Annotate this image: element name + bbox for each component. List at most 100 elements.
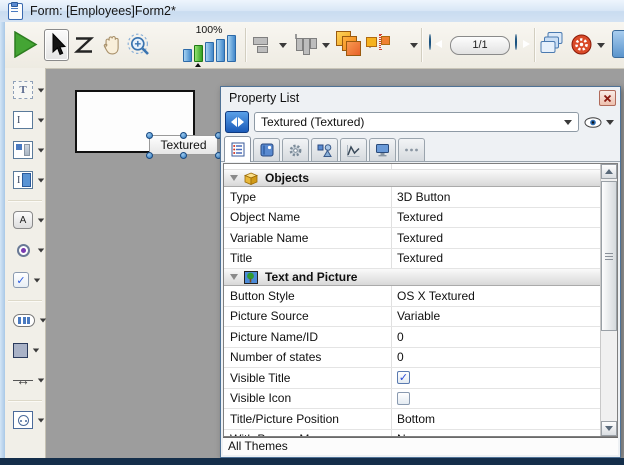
cube-icon — [244, 172, 258, 185]
checkbox-checked-icon[interactable]: ✓ — [397, 371, 410, 384]
collapse-triangle-icon[interactable] — [230, 175, 238, 181]
page-indicator[interactable]: 1/1 — [450, 36, 510, 55]
property-value[interactable]: Bottom — [391, 412, 600, 426]
property-row[interactable]: Type3D Button — [224, 187, 600, 208]
chevron-down-icon[interactable] — [38, 378, 44, 382]
input-tool-icon: I — [13, 111, 33, 129]
chevron-down-icon[interactable] — [38, 88, 44, 92]
property-value[interactable]: None — [391, 432, 600, 436]
sidebar-tool-button-bar-tool[interactable] — [5, 310, 45, 330]
entry-order-icon — [73, 35, 95, 55]
property-value[interactable]: ✓ — [391, 371, 600, 384]
scrollbar-thumb[interactable] — [601, 181, 617, 331]
property-value[interactable]: Textured — [391, 231, 600, 245]
section-header-objects[interactable]: Objects — [224, 170, 600, 187]
run-options-dropdown-icon[interactable] — [597, 43, 605, 48]
property-label: Variable Name — [224, 231, 391, 245]
tab-display[interactable] — [369, 138, 396, 161]
scroll-up-button[interactable] — [601, 164, 617, 179]
sidebar-tool-plugin-area-tool[interactable] — [5, 410, 45, 430]
property-value[interactable] — [391, 392, 600, 405]
tab-events[interactable] — [340, 138, 367, 161]
property-row[interactable]: Variable NameTextured — [224, 228, 600, 249]
property-row[interactable]: Visible Icon — [224, 389, 600, 410]
swap-object-button[interactable] — [225, 111, 249, 133]
property-row[interactable]: TitleTextured — [224, 249, 600, 270]
property-grid-wrap: ObjectsType3D ButtonObject NameTexturedV… — [223, 163, 618, 437]
clipped-toolbar-icon[interactable] — [612, 30, 624, 58]
property-row[interactable]: Picture Name/ID0 — [224, 327, 600, 348]
selection-tool-button[interactable] — [44, 29, 69, 61]
selection-handle[interactable] — [180, 132, 187, 139]
chevron-down-icon[interactable] — [38, 118, 44, 122]
grid-dropdown-icon[interactable] — [410, 43, 418, 48]
property-value[interactable]: Variable — [391, 309, 600, 323]
sidebar-tool-static-text-tool[interactable]: T — [5, 80, 45, 100]
move-tool-button[interactable] — [100, 33, 122, 59]
tab-settings[interactable] — [282, 138, 309, 161]
property-value[interactable]: 0 — [391, 350, 600, 364]
zoom-level-control[interactable]: 100% — [180, 25, 238, 62]
grid-options-button[interactable] — [379, 34, 381, 50]
checkbox-unchecked-icon[interactable] — [397, 392, 410, 405]
tab-picture[interactable] — [253, 138, 280, 161]
tab-more[interactable] — [398, 138, 425, 161]
chevron-down-icon[interactable] — [38, 218, 44, 222]
chevron-down-icon[interactable] — [34, 278, 40, 282]
chevron-down-icon[interactable] — [38, 418, 44, 422]
sidebar-tool-checkbox-tool[interactable]: ✓ — [5, 270, 45, 290]
zoom-bars-icon[interactable] — [180, 36, 238, 62]
chevron-down-icon[interactable] — [38, 148, 44, 152]
property-row[interactable]: Picture SourceVariable — [224, 307, 600, 328]
selection-handle[interactable] — [146, 132, 153, 139]
property-row[interactable]: Title/Picture PositionBottom — [224, 409, 600, 430]
selection-handle[interactable] — [180, 152, 187, 159]
section-header-text-and-picture[interactable]: Text and Picture — [224, 269, 600, 286]
sidebar-tool-button-tool[interactable]: A — [5, 210, 45, 230]
property-grid-scrollbar[interactable] — [600, 164, 617, 436]
chevron-down-icon[interactable] — [38, 178, 44, 182]
sidebar-tool-radio-button-tool[interactable] — [5, 240, 45, 260]
distribution-dropdown-icon[interactable] — [322, 43, 330, 48]
property-row[interactable]: With Pop-up MenuNone — [224, 430, 600, 437]
chevron-down-icon[interactable] — [33, 348, 39, 352]
property-value[interactable]: 3D Button — [391, 190, 600, 204]
sidebar-tool-rectangle-tool[interactable] — [5, 340, 45, 360]
chevron-down-icon — [606, 120, 614, 125]
property-value[interactable]: OS X Textured — [391, 289, 600, 303]
collapse-triangle-icon[interactable] — [230, 274, 238, 280]
tab-shapes[interactable] — [311, 138, 338, 161]
property-row[interactable]: Button StyleOS X Textured — [224, 286, 600, 307]
view-options-button[interactable] — [584, 116, 614, 129]
property-row[interactable]: Object NameTextured — [224, 208, 600, 229]
combo-box-tool-icon: I — [13, 171, 33, 189]
object-selector-combo[interactable]: Textured (Textured) — [254, 112, 579, 132]
form-page-area[interactable]: Textured — [75, 90, 195, 153]
sidebar-tool-input-tool[interactable]: I — [5, 110, 45, 130]
chevron-down-icon[interactable] — [38, 248, 44, 252]
sidebar-tool-list-box-tool[interactable] — [5, 140, 45, 160]
property-list-titlebar[interactable]: Property List — [221, 87, 620, 109]
property-label: Picture Source — [224, 309, 391, 323]
selection-handle[interactable] — [146, 152, 153, 159]
property-value[interactable]: 0 — [391, 330, 600, 344]
run-options-button[interactable] — [571, 34, 592, 58]
property-value[interactable]: Textured — [391, 210, 600, 224]
next-page-button[interactable] — [515, 34, 517, 50]
tab-property-list[interactable] — [224, 136, 251, 162]
property-row[interactable]: Number of states0 — [224, 348, 600, 369]
previous-page-button[interactable] — [429, 34, 431, 50]
window-titlebar: Form: [Employees]Form2* — [0, 0, 624, 23]
entry-order-tool-button[interactable] — [73, 35, 95, 58]
property-value[interactable]: Textured — [391, 251, 600, 265]
zoom-tool-button[interactable] — [127, 33, 151, 60]
close-button[interactable] — [599, 90, 616, 106]
alignment-dropdown-icon[interactable] — [279, 43, 287, 48]
sidebar-tool-combo-box-tool[interactable]: I — [5, 170, 45, 190]
scroll-down-button[interactable] — [601, 421, 617, 436]
toolbar-separator — [245, 28, 246, 62]
form-pages-button[interactable] — [540, 31, 564, 60]
sidebar-tool-splitter-tool[interactable]: ↔ — [5, 370, 45, 390]
property-row[interactable]: Visible Title✓ — [224, 368, 600, 389]
execute-form-button[interactable] — [13, 31, 38, 61]
